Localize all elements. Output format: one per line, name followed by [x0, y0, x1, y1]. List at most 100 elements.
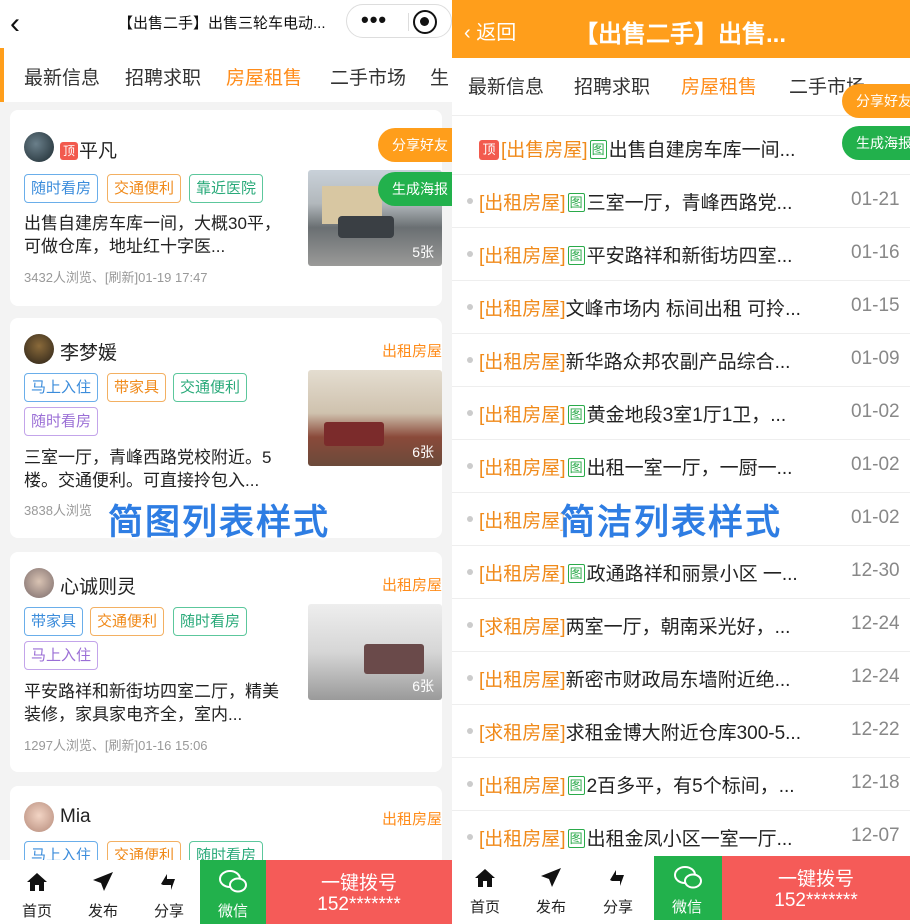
tag: 带家具 — [24, 607, 84, 636]
list-row[interactable]: [求租房屋]求租金博大附近仓库300-5... 12-22 — [452, 705, 910, 758]
nav-post[interactable]: 发布 — [518, 856, 584, 920]
send-icon — [541, 868, 561, 887]
row-title: 文峰市场内 标间出租 可拎... — [565, 299, 801, 320]
item-photo[interactable]: 6张 — [308, 604, 442, 700]
list-row[interactable]: [出租房屋] 图黄金地段3室1厅1卫，... 01-02 — [452, 387, 910, 440]
nav-share[interactable]: 分享 — [136, 860, 202, 924]
bullet-dot — [467, 463, 473, 469]
image-badge: 图 — [567, 776, 585, 795]
tab-jobs[interactable]: 招聘求职 — [125, 63, 201, 90]
bullet-dot — [467, 304, 473, 310]
list-row[interactable]: [出租房屋] 图出租一室一厅，一厨一... 01-02 — [452, 440, 910, 493]
nav-post[interactable]: 发布 — [70, 860, 136, 924]
share-icon — [161, 874, 175, 890]
row-category: [出租房屋] — [479, 829, 566, 850]
more-dots-icon[interactable]: ••• — [361, 7, 387, 33]
list-row[interactable]: [出租房屋]新密市财政局东墙附近绝... 12-24 — [452, 652, 910, 705]
tab-latest[interactable]: 最新信息 — [24, 63, 100, 90]
row-text: [出租房屋] 图黄金地段3室1厅1卫，... — [479, 400, 834, 427]
row-text: [出租房屋]新华路众邦农副产品综合... — [479, 347, 834, 374]
phone-number: 152******* — [317, 894, 401, 915]
capsule-divider — [408, 13, 409, 31]
bullet-dot — [467, 569, 473, 575]
row-category: [出租房屋] — [479, 458, 566, 479]
tab-secondhand[interactable]: 二手市场 — [330, 63, 406, 90]
back-chevron-icon[interactable]: ‹ — [10, 6, 42, 42]
row-category: [出租房屋] — [479, 405, 566, 426]
back-button[interactable]: ‹ 返回 — [464, 16, 516, 45]
category-label: 出租房屋 — [381, 577, 442, 594]
image-badge: 图 — [567, 458, 585, 477]
mini-program-header: ‹ 【出售二手】出售三轮车电动... ••• — [0, 0, 452, 48]
item-photo[interactable]: 6张 — [308, 370, 442, 466]
call-label: 一键拨号 — [320, 873, 397, 894]
category-label: 出租房屋 — [381, 811, 442, 828]
mini-program-capsule[interactable]: ••• — [346, 4, 452, 38]
bullet-dot — [467, 410, 473, 416]
share-friends-button[interactable]: 分享好友 — [378, 128, 452, 162]
list-row[interactable]: [出租房屋] 图 2百多平，有5个标间，... 12-18 — [452, 758, 910, 811]
list-row[interactable]: [出租房屋] 图政通路祥和丽景小区 一... 12-30 — [452, 546, 910, 599]
call-label: 一键拨号 — [777, 869, 854, 890]
bullet-dot — [467, 251, 473, 257]
avatar — [24, 334, 54, 364]
row-category: [出租房屋] — [479, 193, 566, 214]
wechat-button[interactable]: 微信 — [654, 856, 722, 920]
nav-home[interactable]: 首页 — [452, 856, 518, 920]
bullet-dot — [467, 357, 473, 363]
list-row[interactable]: [出租房屋] 图平安路祥和新街坊四室... 01-16 — [452, 228, 910, 281]
wechat-icon — [219, 870, 247, 893]
user-name-text: 平凡 — [79, 141, 118, 162]
row-title: 两室一厅，朝南采光好，... — [565, 617, 791, 638]
row-date: 01-16 — [851, 242, 900, 263]
list-item[interactable]: 心诚则灵 出租房屋 带家具 交通便利 随时看房 马上入住 平安路祥和新街坊四室二… — [10, 552, 442, 772]
row-category: [出租房屋] — [479, 352, 566, 373]
one-key-call-button[interactable]: 一键拨号 152******* — [722, 856, 910, 920]
share-friends-button[interactable]: 分享好友 — [842, 84, 910, 118]
tag: 交通便利 — [173, 373, 248, 402]
item-description: 三室一厅，青峰西路党校附近。5楼。交通便利。可直接拎包入... — [24, 448, 272, 490]
row-date: 12-18 — [851, 772, 900, 793]
row-text: 顶 [出售房屋] 图出售自建房车库一间... — [479, 135, 834, 162]
tab-latest[interactable]: 最新信息 — [468, 72, 544, 99]
generate-poster-button[interactable]: 生成海报 — [842, 126, 910, 160]
bottom-bar: 首页 发布 分享 微信 一键拨号 152******* — [452, 856, 910, 920]
nav-share[interactable]: 分享 — [585, 856, 651, 920]
tag: 随时看房 — [173, 607, 248, 636]
row-date: 12-30 — [851, 560, 900, 581]
row-date: 01-21 — [851, 189, 900, 210]
tab-jobs[interactable]: 招聘求职 — [574, 72, 650, 99]
list-row[interactable]: [出租房屋]新华路众邦农副产品综合... 01-09 — [452, 334, 910, 387]
nav-post-label: 发布 — [535, 899, 566, 916]
one-key-call-button[interactable]: 一键拨号 152******* — [266, 860, 452, 924]
tab-more[interactable]: 生 — [430, 63, 449, 90]
list-row[interactable]: [出租房屋] 图三室一厅，青峰西路党... 01-21 — [452, 175, 910, 228]
avatar — [24, 568, 54, 598]
list-row[interactable]: [求租房屋]两室一厅，朝南采光好，... 12-24 — [452, 599, 910, 652]
list-row[interactable]: 顶 [出售房屋] 图出售自建房车库一间... — [452, 122, 910, 175]
tab-housing[interactable]: 房屋租售 — [226, 63, 302, 90]
list-row[interactable]: [出租房屋]文峰市场内 标间出租 可拎... 01-15 — [452, 281, 910, 334]
list-item[interactable]: 顶平凡 随时看房 交通便利 靠近医院 出售自建房车库一间，大概30平，可做仓库，… — [10, 110, 442, 306]
nav-home-label: 首页 — [469, 899, 500, 916]
tab-housing[interactable]: 房屋租售 — [681, 72, 757, 99]
generate-poster-button[interactable]: 生成海报 — [378, 172, 452, 206]
row-category: [出租房屋] — [479, 670, 566, 691]
wechat-button[interactable]: 微信 — [200, 860, 266, 924]
close-target-icon[interactable] — [413, 10, 437, 34]
row-category: [出租房屋] — [479, 511, 566, 532]
row-title: 2百多平，有5个标间，... — [586, 776, 795, 797]
item-meta: 3432人浏览、[刷新]01-19 17:47 — [24, 270, 208, 285]
avatar — [24, 802, 54, 832]
row-title: 求租金博大附近仓库300-5... — [565, 723, 801, 744]
row-date: 12-24 — [851, 666, 900, 687]
row-title: 政通路祥和丽景小区 一... — [586, 564, 798, 585]
style-label: 简图列表样式 — [108, 503, 331, 542]
row-text: [出租房屋] 图平安路祥和新街坊四室... — [479, 241, 834, 268]
row-text: [出租房屋] 图出租一室一厅，一厨一... — [479, 453, 834, 480]
row-text: [出租房屋] 图三室一厅，青峰西路党... — [479, 188, 834, 215]
user-name: 心诚则灵 — [60, 577, 137, 598]
bullet-dot — [467, 728, 473, 734]
row-category: [求租房屋] — [479, 617, 566, 638]
nav-home[interactable]: 首页 — [4, 860, 70, 924]
